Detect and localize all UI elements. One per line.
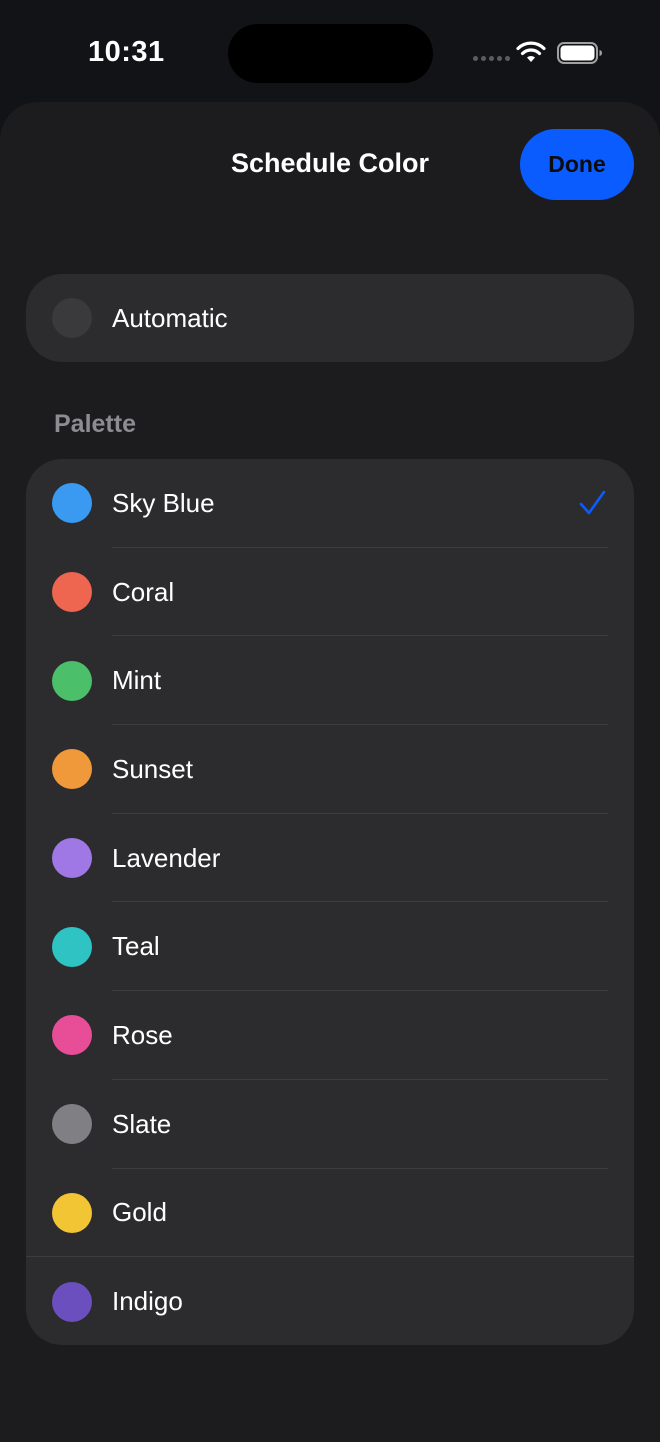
palette-item-label: Slate (112, 1108, 172, 1139)
color-swatch (52, 1104, 92, 1145)
wifi-icon (516, 41, 546, 62)
palette-item-rose[interactable]: Rose (26, 991, 634, 1080)
color-swatch (52, 483, 92, 524)
palette-item-mint[interactable]: Mint (26, 636, 634, 726)
automatic-option[interactable]: Automatic (26, 274, 634, 362)
palette-item-coral[interactable]: Coral (26, 548, 634, 637)
automatic-label: Automatic (112, 302, 228, 333)
color-swatch (52, 572, 92, 613)
color-swatch (52, 1192, 92, 1233)
checkmark-icon (579, 490, 606, 515)
color-swatch (52, 749, 92, 790)
palette-item-label: Teal (112, 931, 160, 962)
cellular-signal-icon (473, 56, 510, 61)
battery-icon (557, 42, 602, 64)
palette-list: Sky Blue Coral Mint Sunset Lavender Teal… (26, 459, 634, 1345)
palette-item-teal[interactable]: Teal (26, 902, 634, 992)
status-bar: 10:31 (0, 0, 660, 104)
automatic-card: Automatic (26, 274, 634, 362)
palette-item-sunset[interactable]: Sunset (26, 725, 634, 814)
palette-item-label: Lavender (112, 842, 221, 873)
dynamic-island (228, 24, 433, 83)
done-button[interactable]: Done (520, 129, 634, 200)
color-swatch (52, 926, 92, 967)
color-swatch (52, 1281, 92, 1322)
palette-item-label: Sky Blue (112, 487, 215, 518)
automatic-swatch (52, 298, 92, 338)
status-time: 10:31 (88, 36, 165, 68)
color-swatch (52, 838, 92, 879)
palette-item-indigo[interactable]: Indigo (26, 1257, 634, 1345)
color-swatch (52, 660, 92, 701)
palette-item-label: Gold (112, 1197, 167, 1228)
palette-item-label: Sunset (112, 753, 193, 784)
palette-item-sky-blue[interactable]: Sky Blue (26, 459, 634, 548)
palette-item-slate[interactable]: Slate (26, 1080, 634, 1169)
palette-item-label: Indigo (112, 1286, 183, 1317)
palette-item-label: Rose (112, 1019, 173, 1050)
palette-item-label: Mint (112, 665, 162, 696)
palette-item-label: Coral (112, 576, 175, 607)
palette-item-lavender[interactable]: Lavender (26, 814, 634, 903)
palette-item-gold[interactable]: Gold (26, 1169, 634, 1258)
color-swatch (52, 1015, 92, 1056)
palette-section-header: Palette (54, 410, 136, 438)
